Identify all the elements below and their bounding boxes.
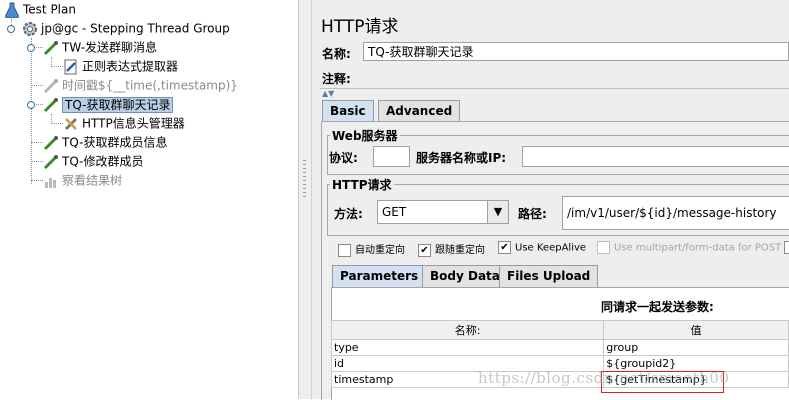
keepalive-checkbox[interactable]: ✔ Use KeepAlive: [498, 241, 586, 254]
pipette-icon: [43, 40, 59, 56]
wrench-icon: [63, 116, 79, 132]
tab-basic[interactable]: Basic: [322, 100, 374, 122]
collapse-arrows-icon[interactable]: ▲▼: [322, 89, 334, 98]
name-field[interactable]: TQ-获取群聊天记录: [363, 42, 789, 61]
tree-node-thread-group[interactable]: jp@gc - Stepping Thread Group: [22, 19, 230, 37]
tree-node-test-plan[interactable]: Test Plan: [4, 0, 76, 18]
tree-node-header-manager[interactable]: HTTP信息头管理器: [63, 114, 185, 132]
tree-node-timestamp[interactable]: 时间戳${__time(,timestamp)}: [43, 76, 238, 94]
checkbox-box: [784, 241, 789, 254]
pipette-icon: [43, 154, 59, 170]
follow-redirect-checkbox[interactable]: ✔ 跟随重定向: [418, 241, 485, 257]
chart-icon: [43, 173, 59, 189]
tree-node-results-tree[interactable]: 察看结果树: [43, 171, 122, 189]
tree-node-tq-members[interactable]: TQ-获取群成员信息: [43, 133, 167, 151]
param-name-cell[interactable]: type: [330, 339, 605, 356]
pipette-icon: [43, 135, 59, 151]
method-select[interactable]: GET ▼: [377, 200, 509, 224]
auto-redirect-checkbox[interactable]: 自动重定向: [338, 241, 405, 257]
flask-icon: [4, 2, 20, 18]
test-plan-tree: Test Plan jp@gc - Stepping Thread Group …: [0, 0, 299, 399]
document-edit-icon: [63, 59, 79, 75]
gear-icon: [22, 21, 38, 37]
panel-title: HTTP请求: [321, 17, 399, 37]
pipette-icon: [43, 78, 59, 94]
tree-node-regex-extractor[interactable]: 正则表达式提取器: [63, 57, 178, 75]
tab-files-upload[interactable]: Files Upload: [499, 265, 599, 287]
tree-node-tq-chat-history[interactable]: TQ-获取群聊天记录: [43, 95, 174, 113]
check-icon: ✔: [498, 241, 511, 254]
comment-label: 注释:: [322, 72, 351, 86]
column-header-name[interactable]: 名称:: [330, 320, 605, 340]
expand-handle-tw[interactable]: [27, 44, 35, 52]
browser-headers-checkbox[interactable]: [784, 241, 789, 254]
divider: [320, 88, 789, 89]
expand-handle-thread-group[interactable]: [7, 25, 15, 33]
http-request-title: HTTP请求: [330, 176, 394, 193]
tab-body-data[interactable]: Body Data: [422, 265, 508, 287]
server-input[interactable]: [522, 146, 789, 167]
split-pane-divider[interactable]: [299, 0, 312, 399]
web-server-title: Web服务器: [330, 127, 400, 144]
path-input[interactable]: /im/v1/user/${id}/message-history: [562, 196, 789, 230]
method-label: 方法:: [334, 207, 363, 221]
watermark: https://blog.csdn.net/smooth00: [478, 369, 730, 387]
tab-advanced[interactable]: Advanced: [378, 100, 461, 122]
column-header-value[interactable]: 值: [603, 320, 789, 340]
param-value-cell[interactable]: group: [603, 339, 789, 356]
tab-parameters[interactable]: Parameters: [332, 265, 427, 287]
check-icon: ✔: [418, 243, 431, 257]
pipette-icon: [43, 97, 59, 113]
dropdown-arrow-icon[interactable]: ▼: [487, 201, 508, 223]
table-row[interactable]: type group: [330, 339, 789, 356]
expand-handle-tq-history[interactable]: [27, 101, 35, 109]
params-caption: 同请求一起发送参数:: [601, 300, 714, 314]
name-label: 名称:: [322, 47, 351, 61]
protocol-input[interactable]: [373, 146, 410, 167]
tree-node-tw-send[interactable]: TW-发送群聊消息: [43, 38, 157, 56]
multipart-checkbox[interactable]: Use multipart/form-data for POST: [597, 241, 781, 254]
path-label: 路径:: [518, 207, 547, 221]
server-label: 服务器名称或IP:: [416, 151, 507, 165]
comment-field[interactable]: [363, 67, 789, 86]
table-header-row: 名称: 值: [330, 320, 789, 340]
tree-node-tq-modify-member[interactable]: TQ-修改群成员: [43, 152, 143, 170]
checkbox-box: [338, 243, 351, 257]
protocol-label: 协议:: [329, 151, 358, 165]
checkbox-box: [597, 241, 610, 254]
